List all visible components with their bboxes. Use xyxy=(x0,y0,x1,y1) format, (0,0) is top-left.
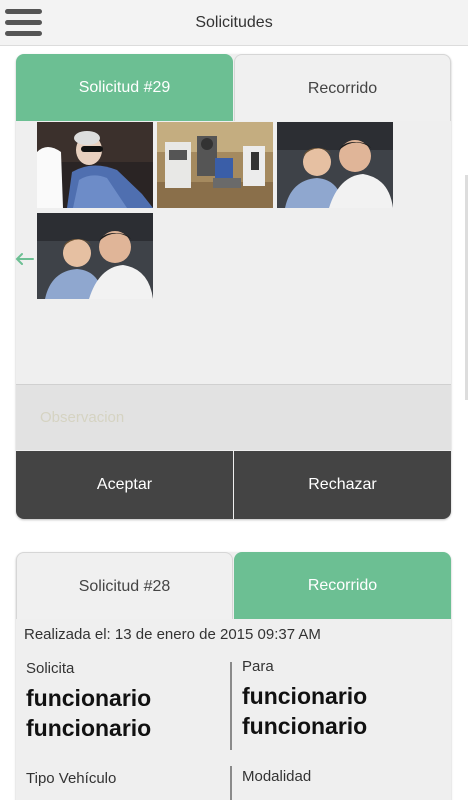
solicita-value: funcionario funcionario xyxy=(26,683,226,743)
accept-button[interactable]: Aceptar xyxy=(16,451,233,519)
request-date: Realizada el: 13 de enero de 2015 09:37 … xyxy=(24,626,321,643)
para-label: Para xyxy=(242,658,274,675)
observacion-input[interactable] xyxy=(16,385,451,450)
column-divider xyxy=(230,662,232,750)
para-value: funcionario funcionario xyxy=(242,681,442,741)
para-block: Para funcionario funcionario xyxy=(242,658,442,741)
tab-recorrido[interactable]: Recorrido xyxy=(234,552,451,619)
app-header: Solicitudes xyxy=(0,0,468,46)
action-bar: Aceptar Rechazar xyxy=(16,451,451,519)
tab-recorrido[interactable]: Recorrido xyxy=(234,54,451,121)
tab-solicitud-29[interactable]: Solicitud #29 xyxy=(16,54,233,121)
photo-thumbnail[interactable] xyxy=(37,122,153,208)
para-value-line: funcionario xyxy=(242,713,368,739)
solicita-block: Solicita funcionario funcionario xyxy=(26,660,226,743)
solicita-value-line: funcionario xyxy=(26,715,152,741)
request-card-29: Solicitud #29 Recorrido Observacion Acep… xyxy=(14,54,451,519)
photo-thumbnail[interactable] xyxy=(277,122,393,208)
request-card-28: Solicitud #28 Recorrido Realizada el: 13… xyxy=(16,552,451,800)
solicita-value-line: funcionario xyxy=(26,685,152,711)
arrow-left-icon[interactable] xyxy=(14,252,34,266)
tipo-vehiculo-label: Tipo Vehículo xyxy=(26,770,117,787)
solicita-label: Solicita xyxy=(26,660,75,677)
photo-gallery xyxy=(37,122,437,302)
column-divider xyxy=(230,766,232,800)
observacion-field[interactable] xyxy=(16,384,451,450)
modalidad-label: Modalidad xyxy=(242,768,312,785)
photo-thumbnail[interactable] xyxy=(157,122,273,208)
tab-bar: Solicitud #28 Recorrido xyxy=(16,552,451,619)
para-value-line: funcionario xyxy=(242,683,368,709)
page-title: Solicitudes xyxy=(195,14,273,31)
tab-bar: Solicitud #29 Recorrido xyxy=(16,54,451,121)
photo-thumbnail[interactable] xyxy=(37,213,153,299)
tab-solicitud-28[interactable]: Solicitud #28 xyxy=(16,552,233,619)
reject-button[interactable]: Rechazar xyxy=(234,451,451,519)
